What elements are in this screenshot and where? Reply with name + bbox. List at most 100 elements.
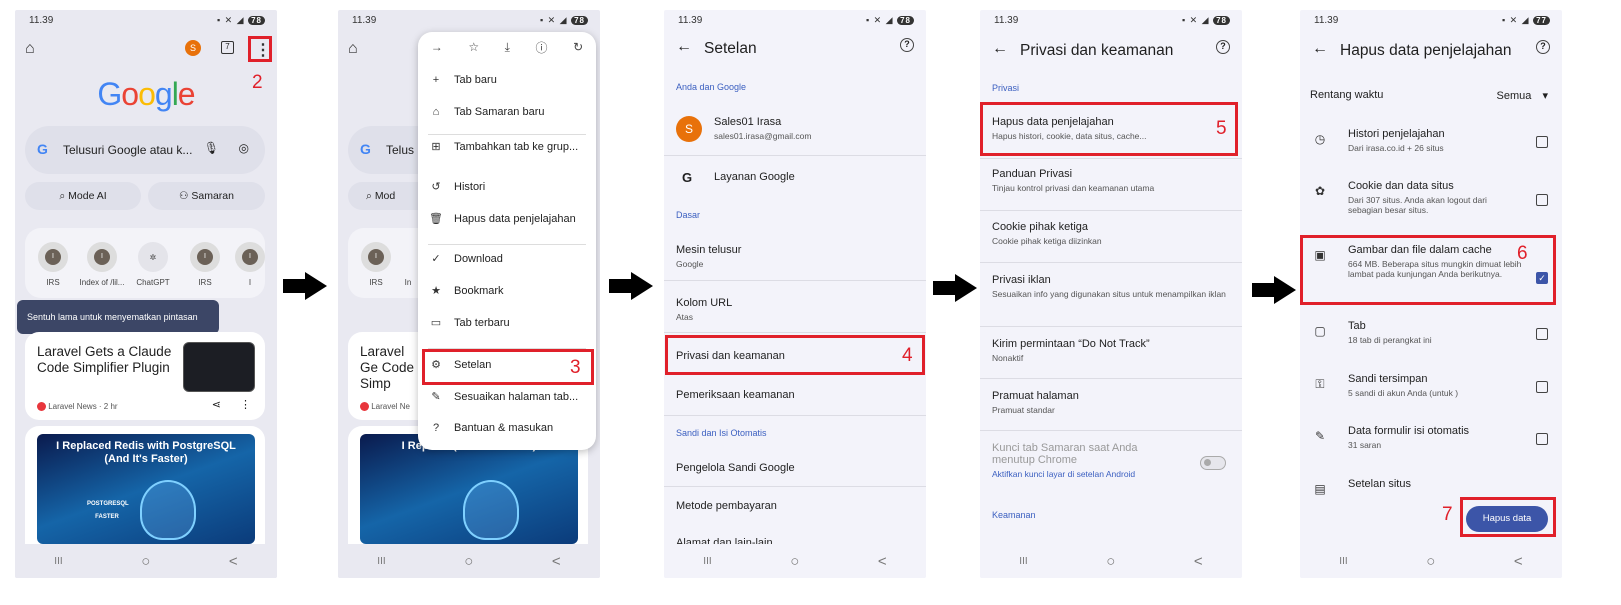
news-card[interactable]: Laravel Gets a Claude Code Simplifier Pl… [25, 332, 265, 420]
back-button[interactable]: < [878, 553, 887, 570]
step-number-3: 3 [570, 357, 581, 378]
google-services-row[interactable]: Layanan Google [714, 171, 914, 183]
setting-subtitle: Sesuaikan info yang digunakan situs untu… [992, 289, 1226, 299]
back-arrow-icon[interactable]: ← [676, 38, 692, 56]
menu-item-add-tab-to-group[interactable]: ⊞ Tambahkan tab ke grup... [428, 140, 578, 153]
menu-item-help-feedback[interactable]: ? Bantuan & masukan [428, 422, 553, 434]
search-input[interactable]: Telusuri Google atau k... [63, 143, 192, 157]
divider [980, 430, 1242, 431]
menu-item-customize-new-tab[interactable]: ✎ Sesuaikan halaman tab... [428, 390, 578, 403]
option-checkbox[interactable] [1536, 381, 1548, 393]
recents-button[interactable]: III [1339, 556, 1347, 567]
home-button[interactable]: ○ [1426, 553, 1435, 570]
recents-button[interactable]: III [54, 556, 62, 567]
menu-item-new-tab[interactable]: + Tab baru [428, 74, 497, 86]
home-button[interactable]: ○ [1106, 553, 1115, 570]
news-image: I Replaced Redis with PostgreSQL (And It… [37, 434, 255, 544]
refresh-icon[interactable]: ↻ [573, 40, 583, 54]
option-title: Tab [1348, 320, 1366, 332]
clear-data-option-row[interactable]: ✿ Cookie dan data situs Dari 307 situs. An… [1300, 180, 1562, 220]
shortcut-tile[interactable]: ✲ ChatGPT [129, 242, 177, 287]
account-avatar: S [676, 116, 702, 142]
home-button[interactable]: ○ [464, 553, 473, 570]
forward-icon[interactable]: → [431, 40, 443, 54]
safety-check-row[interactable]: Pemeriksaan keamanan [676, 389, 914, 401]
bookmark-star-icon[interactable]: ☆ [468, 40, 479, 54]
option-title: Sandi tersimpan [1348, 373, 1428, 385]
shortcut-tile[interactable]: I Index of /lil... [78, 242, 126, 287]
mic-icon[interactable]: 🎙 [204, 141, 219, 155]
setting-subtitle: Pramuat standar [992, 405, 1055, 415]
account-row[interactable]: Sales01 Irasa sales01.irasa@gmail.com [714, 116, 914, 141]
help-icon[interactable]: ? [900, 38, 914, 52]
shortcut-tile[interactable]: I IRS [352, 242, 400, 287]
back-arrow-icon[interactable]: ← [992, 40, 1008, 58]
info-icon[interactable]: ⓘ [536, 39, 548, 56]
back-button[interactable]: < [1194, 553, 1203, 570]
shortcut-tile[interactable]: II [230, 242, 270, 287]
back-arrow-icon[interactable]: ← [1312, 40, 1328, 58]
back-button[interactable]: < [1514, 553, 1523, 570]
menu-item-label: Download [454, 253, 503, 265]
home-icon[interactable]: ⌂ [348, 40, 358, 58]
menu-item-recent-tabs[interactable]: ▭ Tab terbaru [428, 316, 510, 329]
time-range-dropdown[interactable]: Semua ▾ [1497, 89, 1548, 102]
recents-button[interactable]: III [703, 556, 711, 567]
customize-new-tab-icon: ✎ [431, 391, 441, 403]
recents-button[interactable]: III [377, 556, 385, 567]
incognito-icon: ⚇ [179, 190, 192, 202]
url-bar-row[interactable]: Kolom URL Atas [676, 297, 914, 322]
recents-button[interactable]: III [1019, 556, 1027, 567]
privacy-setting-row[interactable]: Kunci tab Samaran saat Anda menutup Chro… [992, 442, 1182, 479]
menu-item-history[interactable]: ↺ Histori [428, 180, 485, 193]
password-manager-row[interactable]: Pengelola Sandi Google [676, 462, 914, 474]
payment-methods-row[interactable]: Metode pembayaran [676, 500, 914, 512]
highlight-more-options [248, 36, 272, 62]
site-favicon: I [87, 242, 117, 272]
incognito-button[interactable]: ⚇ Samaran [148, 182, 265, 210]
search-engine-row[interactable]: Mesin telusur Google [676, 244, 914, 269]
option-checkbox[interactable] [1536, 194, 1548, 206]
clear-data-option-row[interactable]: ✎ Data formulir isi otomatis 31 saran [1300, 425, 1562, 465]
incognito-lock-toggle[interactable] [1200, 456, 1226, 470]
mode-ai-button[interactable]: ⌕ Mode AI [25, 182, 141, 210]
card-more-icon[interactable]: ⋮ [240, 398, 251, 411]
download-icon[interactable]: ⤓ [505, 40, 510, 55]
shortcut-tile[interactable]: I IRS [29, 242, 77, 287]
menu-item-downloads[interactable]: ✓ Download [428, 252, 503, 265]
shortcut-tile[interactable]: In [398, 242, 418, 287]
search-bar[interactable]: G Telusuri Google atau k... 🎙 ◎ [25, 126, 265, 174]
clear-data-option-row[interactable]: ▢ Tab 18 tab di perangkat ini [1300, 320, 1562, 360]
home-button[interactable]: ○ [141, 553, 150, 570]
menu-item-bookmarks[interactable]: ★ Bookmark [428, 284, 503, 297]
privacy-setting-row[interactable]: Cookie pihak ketiga Cookie pihak ketiga d… [992, 221, 1230, 246]
privacy-setting-row[interactable]: Kirim permintaan “Do Not Track” Nonaktif [992, 338, 1230, 363]
search-input[interactable]: Telus [386, 143, 414, 157]
option-checkbox[interactable] [1536, 328, 1548, 340]
menu-item-clear-browsing-data[interactable]: 🗑 Hapus data penjelajahan [428, 212, 576, 225]
option-checkbox[interactable] [1536, 433, 1548, 445]
share-icon[interactable]: ⋖ [212, 398, 221, 411]
privacy-header: ← Privasi dan keamanan ? [980, 40, 1242, 64]
privacy-setting-row[interactable]: Privasi iklan Sesuaikan info yang digunak… [992, 274, 1230, 299]
privacy-setting-row[interactable]: Pramuat halaman Pramuat standar [992, 390, 1230, 415]
mode-ai-label: Mode AI [68, 190, 107, 202]
password-manager-label: Pengelola Sandi Google [676, 462, 795, 474]
back-button[interactable]: < [552, 553, 561, 570]
option-checkbox[interactable] [1536, 136, 1548, 148]
help-icon[interactable]: ? [1216, 40, 1230, 54]
home-icon[interactable]: ⌂ [25, 40, 35, 58]
clear-data-option-row[interactable]: ⚿ Sandi tersimpan 5 sandi di akun Anda (un… [1300, 373, 1562, 413]
google-g-icon: G [37, 141, 48, 157]
avatar[interactable]: S [185, 40, 201, 56]
privacy-setting-row[interactable]: Panduan Privasi Tinjau kontrol privasi da… [992, 168, 1230, 193]
back-button[interactable]: < [229, 553, 238, 570]
lens-icon[interactable]: ◎ [239, 141, 249, 155]
home-button[interactable]: ○ [790, 553, 799, 570]
tab-switcher-button[interactable]: 7 [221, 41, 234, 54]
menu-item-new-incognito-tab[interactable]: ⌂ Tab Samaran baru [428, 106, 545, 118]
status-icons: ▪ ✕ ◢ 78 [217, 15, 265, 26]
shortcut-tile[interactable]: I IRS [181, 242, 229, 287]
clear-data-option-row[interactable]: ◷ Histori penjelajahan Dari irasa.co.id + … [1300, 128, 1562, 168]
help-icon[interactable]: ? [1536, 40, 1550, 54]
